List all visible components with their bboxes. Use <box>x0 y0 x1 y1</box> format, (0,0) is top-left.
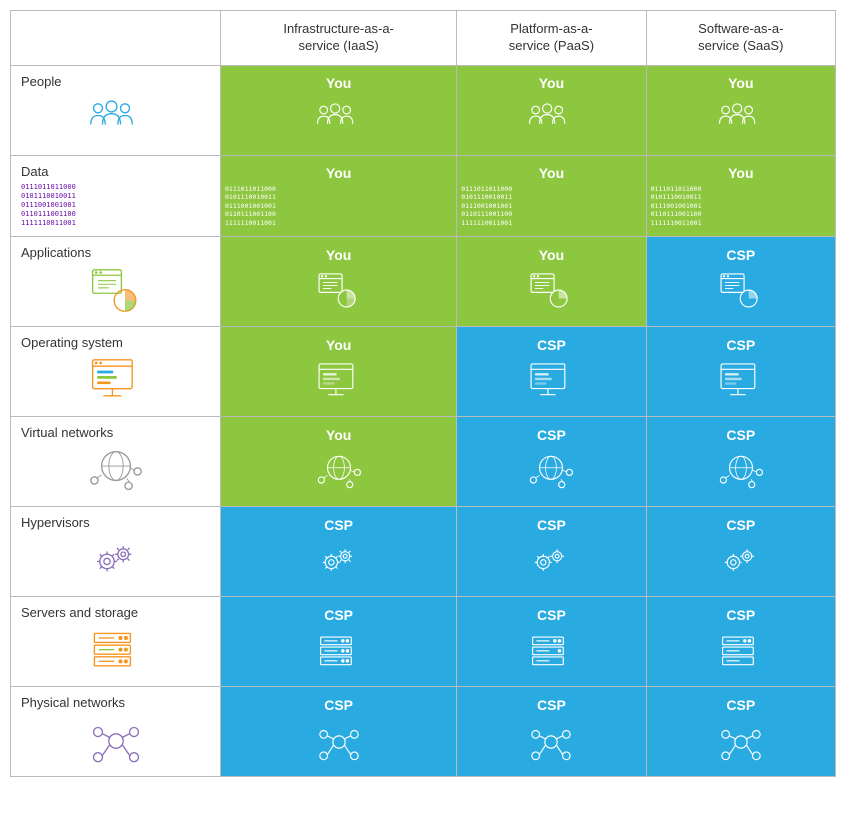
row-physical-net: Physical networks <box>11 687 836 777</box>
cell-data-saas: You 011101101100001011100100110111001001… <box>646 155 835 236</box>
cell-os-iaas: You <box>221 327 457 417</box>
people-icon-paas <box>528 97 574 143</box>
people-icon-label <box>89 93 143 147</box>
cell-physical-net-saas: CSP <box>646 687 835 777</box>
hypervisors-icon-iaas <box>316 539 362 585</box>
cell-hypervisors-iaas: CSP <box>221 507 457 597</box>
header-iaas: Infrastructure-as-a-service (IaaS) <box>221 11 457 66</box>
applications-icon-saas <box>718 269 764 315</box>
label-os: Operating system <box>11 327 221 417</box>
applications-icon-iaas <box>316 269 362 315</box>
applications-icon-label <box>89 264 143 318</box>
cell-data-iaas: You 011101101100001011100100110111001001… <box>221 155 457 236</box>
cell-people-paas: You <box>457 65 646 155</box>
os-icon-iaas <box>316 359 362 405</box>
os-icon-saas <box>718 359 764 405</box>
row-servers: Servers and storage <box>11 597 836 687</box>
servers-icon-iaas <box>316 629 362 675</box>
physical-net-icon-saas <box>718 719 764 765</box>
label-physical-net: Physical networks <box>11 687 221 777</box>
vnet-icon-label <box>89 444 143 498</box>
servers-icon-paas <box>528 629 574 675</box>
cell-data-paas: You 011101101100001011100100110111001001… <box>457 155 646 236</box>
os-icon-label <box>89 354 143 408</box>
cell-vnet-saas: CSP <box>646 417 835 507</box>
people-icon-saas <box>718 97 764 143</box>
header-row-label <box>11 11 221 66</box>
vnet-icon-iaas <box>316 449 362 495</box>
label-hypervisors: Hypervisors <box>11 507 221 597</box>
hypervisors-icon-saas <box>718 539 764 585</box>
cell-physical-net-iaas: CSP <box>221 687 457 777</box>
cell-people-saas: You <box>646 65 835 155</box>
cell-os-saas: CSP <box>646 327 835 417</box>
hypervisors-icon-paas <box>528 539 574 585</box>
servers-icon-label <box>89 624 143 678</box>
label-vnet: Virtual networks <box>11 417 221 507</box>
os-icon-paas <box>528 359 574 405</box>
cell-servers-paas: CSP <box>457 597 646 687</box>
vnet-icon-paas <box>528 449 574 495</box>
label-applications: Applications <box>11 237 221 327</box>
physical-net-icon-label <box>89 714 143 768</box>
label-data: Data 01110110110000101110010011011100100… <box>11 155 221 236</box>
cell-hypervisors-saas: CSP <box>646 507 835 597</box>
row-os: Operating system <box>11 327 836 417</box>
cell-vnet-paas: CSP <box>457 417 646 507</box>
row-hypervisors: Hypervisors <box>11 507 836 597</box>
servers-icon-saas <box>718 629 764 675</box>
row-vnet: Virtual networks <box>11 417 836 507</box>
cell-servers-saas: CSP <box>646 597 835 687</box>
comparison-table: Infrastructure-as-a-service (IaaS) Platf… <box>10 10 836 777</box>
header-paas: Platform-as-a-service (PaaS) <box>457 11 646 66</box>
vnet-icon-saas <box>718 449 764 495</box>
row-applications: Applications <box>11 237 836 327</box>
cell-servers-iaas: CSP <box>221 597 457 687</box>
cell-applications-saas: CSP <box>646 237 835 327</box>
cell-os-paas: CSP <box>457 327 646 417</box>
label-servers: Servers and storage <box>11 597 221 687</box>
applications-icon-paas <box>528 269 574 315</box>
row-data: Data 01110110110000101110010011011100100… <box>11 155 836 236</box>
cell-people-iaas: You <box>221 65 457 155</box>
physical-net-icon-paas <box>528 719 574 765</box>
cell-physical-net-paas: CSP <box>457 687 646 777</box>
row-people: People <box>11 65 836 155</box>
hypervisors-icon-label <box>89 534 143 588</box>
cell-vnet-iaas: You <box>221 417 457 507</box>
cell-applications-paas: You <box>457 237 646 327</box>
header-saas: Software-as-a-service (SaaS) <box>646 11 835 66</box>
cell-applications-iaas: You <box>221 237 457 327</box>
people-icon-iaas <box>316 97 362 143</box>
physical-net-icon-iaas <box>316 719 362 765</box>
cell-hypervisors-paas: CSP <box>457 507 646 597</box>
label-people: People <box>11 65 221 155</box>
